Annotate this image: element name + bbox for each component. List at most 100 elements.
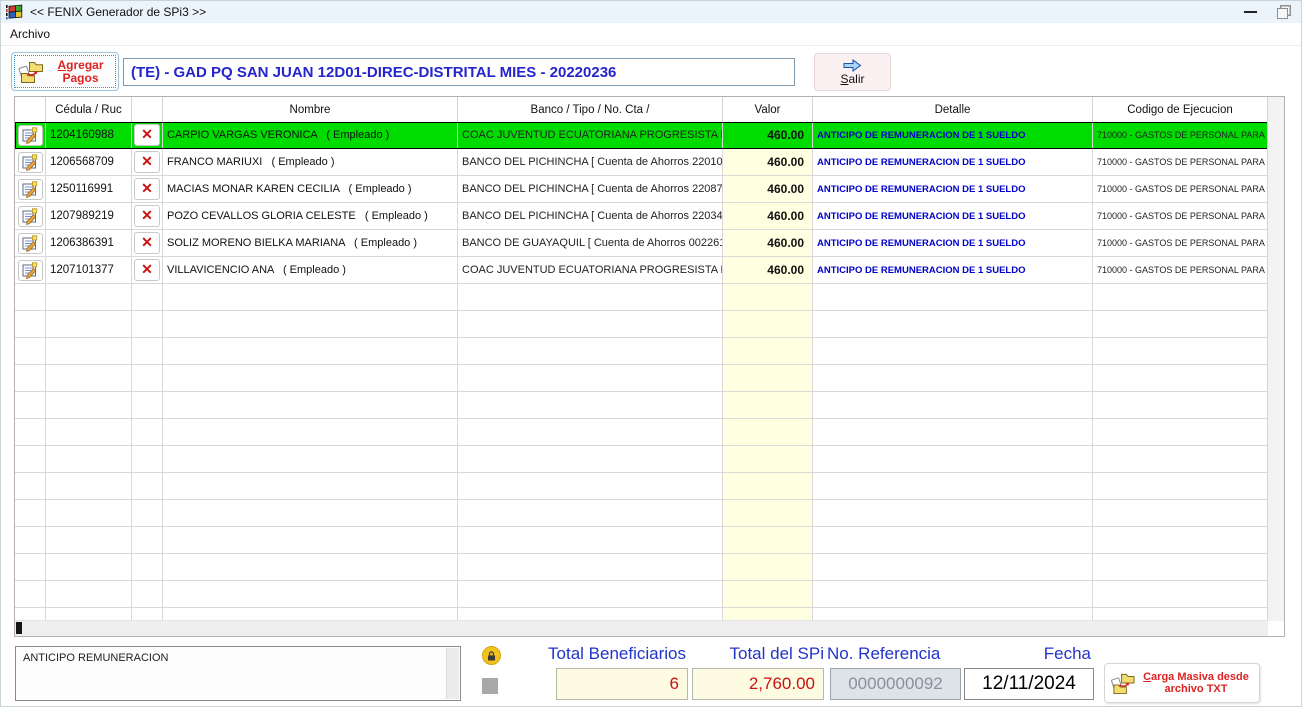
entity-title-field[interactable]: (TE) - GAD PQ SAN JUAN 12D01-DIREC-DISTR… <box>123 58 795 86</box>
table-row[interactable]: 1207101377 ✕ VILLAVICENCIO ANA ( Emplead… <box>15 257 1268 284</box>
restore-button[interactable] <box>1269 1 1299 23</box>
nombre-cell: SOLIZ MORENO BIELKA MARIANA ( Empleado ) <box>163 230 458 256</box>
delete-x-icon: ✕ <box>141 209 153 223</box>
detalle-note-text: ANTICIPO REMUNERACION <box>23 652 168 664</box>
cedula-cell: 1207101377 <box>46 257 132 283</box>
cedula-cell: 1206386391 <box>46 230 132 256</box>
fenix-window: << FENIX Generador de SPi3 >> Archivo Ag… <box>0 0 1302 707</box>
note-scrollbar[interactable] <box>446 648 459 699</box>
bulk-load-folders-icon <box>1111 672 1135 695</box>
nombre-cell: VILLAVICENCIO ANA ( Empleado ) <box>163 257 458 283</box>
delete-cell: ✕ <box>132 230 163 256</box>
delete-x-icon: ✕ <box>141 263 153 277</box>
agregar-pagos-label: Agregar Pagos <box>49 59 112 85</box>
header-rowselector <box>15 97 46 122</box>
detalle-cell: ANTICIPO DE REMUNERACION DE 1 SUELDO <box>813 203 1093 229</box>
header-delete <box>132 97 163 122</box>
codigo-cell: 710000 - GASTOS DE PERSONAL PARA INVERSI <box>1093 122 1268 148</box>
edit-cell <box>15 257 46 283</box>
carga-masiva-label: Carga Masiva desde archivo TXT <box>1139 671 1253 695</box>
cedula-cell: 1206568709 <box>46 149 132 175</box>
grid-vertical-scrollbar[interactable] <box>1267 97 1284 621</box>
cedula-cell: 1250116991 <box>46 176 132 202</box>
restore-icon <box>1277 8 1288 19</box>
delete-x-icon: ✕ <box>141 182 153 196</box>
edit-row-button[interactable] <box>18 152 43 173</box>
codigo-cell: 710000 - GASTOS DE PERSONAL PARA INVERSI <box>1093 149 1268 175</box>
empty-table-row <box>15 554 1268 581</box>
empty-table-row <box>15 392 1268 419</box>
window-title: << FENIX Generador de SPi3 >> <box>30 5 206 19</box>
nombre-cell: CARPIO VARGAS VERONICA ( Empleado ) <box>163 122 458 148</box>
app-windows-flag-icon <box>6 4 24 20</box>
nombre-cell: FRANCO MARIUXI ( Empleado ) <box>163 149 458 175</box>
detalle-cell: ANTICIPO DE REMUNERACION DE 1 SUELDO <box>813 149 1093 175</box>
delete-row-button[interactable]: ✕ <box>134 205 160 227</box>
banco-cell: BANCO DEL PICHINCHA [ Cuenta de Ahorros … <box>458 149 723 175</box>
carga-masiva-button[interactable]: Carga Masiva desde archivo TXT <box>1104 663 1260 703</box>
delete-cell: ✕ <box>132 149 163 175</box>
table-row[interactable]: 1206568709 ✕ FRANCO MARIUXI ( Empleado )… <box>15 149 1268 176</box>
empty-table-row <box>15 527 1268 554</box>
fecha-field[interactable]: 12/11/2024 <box>964 668 1094 700</box>
edit-record-icon <box>22 235 38 252</box>
valor-cell: 460.00 <box>723 230 813 256</box>
total-beneficiarios-field: 6 <box>556 668 688 700</box>
valor-cell: 460.00 <box>723 122 813 148</box>
edit-record-icon <box>22 208 38 225</box>
delete-row-button[interactable]: ✕ <box>134 124 160 146</box>
empty-table-row <box>15 284 1268 311</box>
banco-cell: BANCO DE GUAYAQUIL [ Cuenta de Ahorros 0… <box>458 230 723 256</box>
add-payments-folders-icon <box>18 60 44 84</box>
edit-record-icon <box>22 127 38 144</box>
header-valor: Valor <box>723 97 813 122</box>
salir-label: Salir <box>840 72 864 86</box>
table-row[interactable]: 1207989219 ✕ POZO CEVALLOS GLORIA CELEST… <box>15 203 1268 230</box>
salir-button[interactable]: Salir <box>814 53 891 91</box>
edit-row-button[interactable] <box>18 233 43 254</box>
minimize-icon <box>1244 11 1257 13</box>
delete-cell: ✕ <box>132 257 163 283</box>
detalle-cell: ANTICIPO DE REMUNERACION DE 1 SUELDO <box>813 257 1093 283</box>
detalle-cell: ANTICIPO DE REMUNERACION DE 1 SUELDO <box>813 122 1093 148</box>
payments-grid: Cédula / Ruc Nombre Banco / Tipo / No. C… <box>14 96 1285 637</box>
edit-row-button[interactable] <box>18 179 43 200</box>
table-row[interactable]: 1206386391 ✕ SOLIZ MORENO BIELKA MARIANA… <box>15 230 1268 257</box>
codigo-cell: 710000 - GASTOS DE PERSONAL PARA INVERSI <box>1093 176 1268 202</box>
total-spi-field: 2,760.00 <box>692 668 824 700</box>
menu-archivo[interactable]: Archivo <box>1 25 59 43</box>
edit-row-button[interactable] <box>18 260 43 281</box>
lock-icon <box>482 646 501 665</box>
edit-cell <box>15 230 46 256</box>
banco-cell: BANCO DEL PICHINCHA [ Cuenta de Ahorros … <box>458 176 723 202</box>
edit-row-button[interactable] <box>18 125 43 146</box>
delete-row-button[interactable]: ✕ <box>134 232 160 254</box>
detalle-cell: ANTICIPO DE REMUNERACION DE 1 SUELDO <box>813 230 1093 256</box>
empty-table-row <box>15 311 1268 338</box>
delete-row-button[interactable]: ✕ <box>134 151 160 173</box>
empty-table-row <box>15 473 1268 500</box>
delete-x-icon: ✕ <box>141 155 153 169</box>
grid-body: 1204160988 ✕ CARPIO VARGAS VERONICA ( Em… <box>15 122 1268 621</box>
minimize-button[interactable] <box>1231 1 1269 23</box>
agregar-pagos-button[interactable]: Agregar Pagos <box>11 52 119 91</box>
delete-cell: ✕ <box>132 122 163 148</box>
delete-row-button[interactable]: ✕ <box>134 259 160 281</box>
edit-cell <box>15 176 46 202</box>
codigo-cell: 710000 - GASTOS DE PERSONAL PARA INVERSI <box>1093 230 1268 256</box>
detalle-note-textarea[interactable]: ANTICIPO REMUNERACION <box>15 646 461 701</box>
gray-square-indicator <box>482 678 498 694</box>
edit-row-button[interactable] <box>18 206 43 227</box>
cedula-cell: 1204160988 <box>46 122 132 148</box>
empty-table-row <box>15 500 1268 527</box>
table-row[interactable]: 1204160988 ✕ CARPIO VARGAS VERONICA ( Em… <box>15 122 1268 149</box>
delete-row-button[interactable]: ✕ <box>134 178 160 200</box>
total-spi-label: Total del SPi <box>646 644 824 664</box>
horizontal-scroll-thumb[interactable] <box>16 622 22 634</box>
valor-cell: 460.00 <box>723 176 813 202</box>
delete-x-icon: ✕ <box>141 236 153 250</box>
grid-horizontal-scrollbar[interactable] <box>15 620 1268 636</box>
fecha-label: Fecha <box>991 644 1091 664</box>
edit-cell <box>15 122 46 148</box>
table-row[interactable]: 1250116991 ✕ MACIAS MONAR KAREN CECILIA … <box>15 176 1268 203</box>
